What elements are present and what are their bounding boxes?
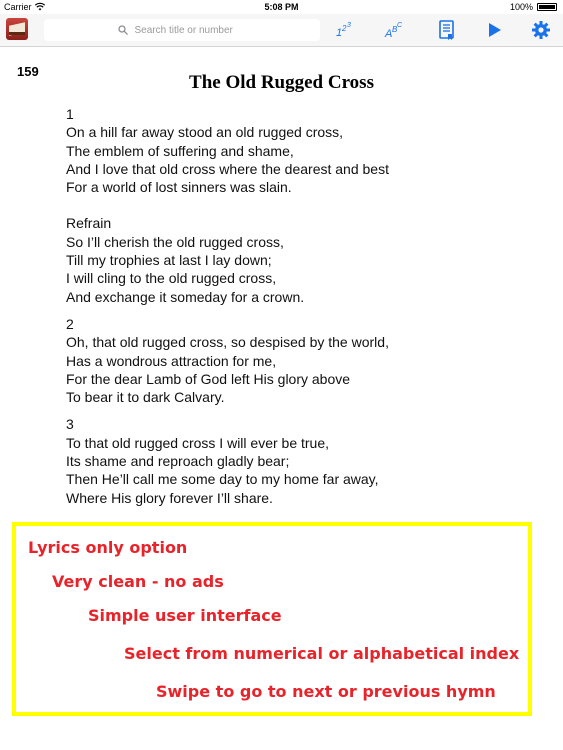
stanza-label: 3 bbox=[66, 416, 74, 433]
lyric-line: So I’ll cherish the old rugged cross, bbox=[66, 233, 284, 250]
stanza-label: 2 bbox=[66, 315, 74, 332]
hymn-app-screen: Carrier 5:08 PM 100% 1 2 3 bbox=[0, 0, 563, 750]
toolbar: 1 2 3 A B C bbox=[0, 14, 563, 47]
feature-index: Select from numerical or alphabetical in… bbox=[124, 644, 520, 663]
stanza-3: 3 To that old rugged cross I will ever b… bbox=[66, 415, 389, 506]
lyric-line: Has a wondrous attraction for me, bbox=[66, 352, 277, 369]
battery-percent: 100% bbox=[509, 2, 533, 12]
stanza-2: 2 Oh, that old rugged cross, so despised… bbox=[66, 315, 389, 406]
svg-text:3: 3 bbox=[347, 22, 351, 29]
lyric-line: On a hill far away stood an old rugged c… bbox=[66, 124, 344, 141]
lyric-line: To that old rugged cross I will ever be … bbox=[66, 434, 330, 451]
stanza-refrain: Refrain So I’ll cherish the old rugged c… bbox=[66, 214, 389, 305]
stanza-label: Refrain bbox=[66, 215, 112, 232]
search-input[interactable] bbox=[132, 23, 247, 37]
stanza-1: 1 On a hill far away stood an old rugged… bbox=[66, 105, 389, 196]
play-button[interactable] bbox=[483, 19, 505, 41]
battery-icon bbox=[537, 3, 557, 11]
feature-lyrics-only: Lyrics only option bbox=[28, 538, 188, 557]
lyric-line: And exchange it someday for a crown. bbox=[66, 288, 305, 305]
lyric-line: To bear it to dark Calvary. bbox=[66, 389, 225, 406]
search-field[interactable] bbox=[44, 19, 320, 41]
lyric-line: The emblem of suffering and shame, bbox=[66, 142, 294, 159]
feature-no-ads: Very clean - no ads bbox=[52, 572, 224, 591]
status-time: 5:08 PM bbox=[264, 2, 299, 12]
lyric-line: For a world of lost sinners was slain. bbox=[66, 179, 292, 196]
lyric-line: Till my trophies at last I lay down; bbox=[66, 252, 272, 269]
gear-icon bbox=[532, 21, 550, 39]
hymn-title: The Old Rugged Cross bbox=[189, 72, 374, 93]
alphabetical-index-icon: A B C bbox=[384, 22, 403, 40]
app-icon[interactable] bbox=[6, 18, 28, 40]
lyric-line: I will cling to the old rugged cross, bbox=[66, 270, 277, 287]
lyric-line: Where His glory forever I’ll share. bbox=[66, 489, 273, 506]
svg-text:C: C bbox=[397, 22, 403, 29]
lyrics-page-button[interactable] bbox=[436, 19, 458, 41]
stanza-label: 1 bbox=[66, 106, 74, 122]
numerical-index-button[interactable]: 1 2 3 bbox=[333, 19, 355, 41]
lyrics-page-icon bbox=[439, 20, 454, 40]
status-bar: Carrier 5:08 PM 100% bbox=[0, 0, 563, 14]
feature-swipe: Swipe to go to next or previous hymn bbox=[156, 682, 496, 701]
lyric-line: Oh, that old rugged cross, so despised b… bbox=[66, 334, 389, 351]
feature-callout-box: Lyrics only option Very clean - no ads S… bbox=[12, 522, 532, 716]
feature-simple-ui: Simple user interface bbox=[88, 606, 282, 625]
play-icon bbox=[489, 23, 501, 37]
search-icon bbox=[117, 25, 128, 35]
lyric-line: Its shame and reproach gladly bear; bbox=[66, 453, 290, 470]
lyric-line: And I love that old cross where the dear… bbox=[66, 160, 389, 177]
lyric-line: For the dear Lamb of God left His glory … bbox=[66, 370, 351, 387]
alphabetical-index-button[interactable]: A B C bbox=[383, 19, 405, 41]
settings-button[interactable] bbox=[530, 19, 552, 41]
lyric-line: Then He’ll call me some day to my home f… bbox=[66, 471, 379, 488]
numerical-index-icon: 1 2 3 bbox=[336, 22, 351, 39]
lyrics-body: 1 On a hill far away stood an old rugged… bbox=[66, 105, 389, 507]
